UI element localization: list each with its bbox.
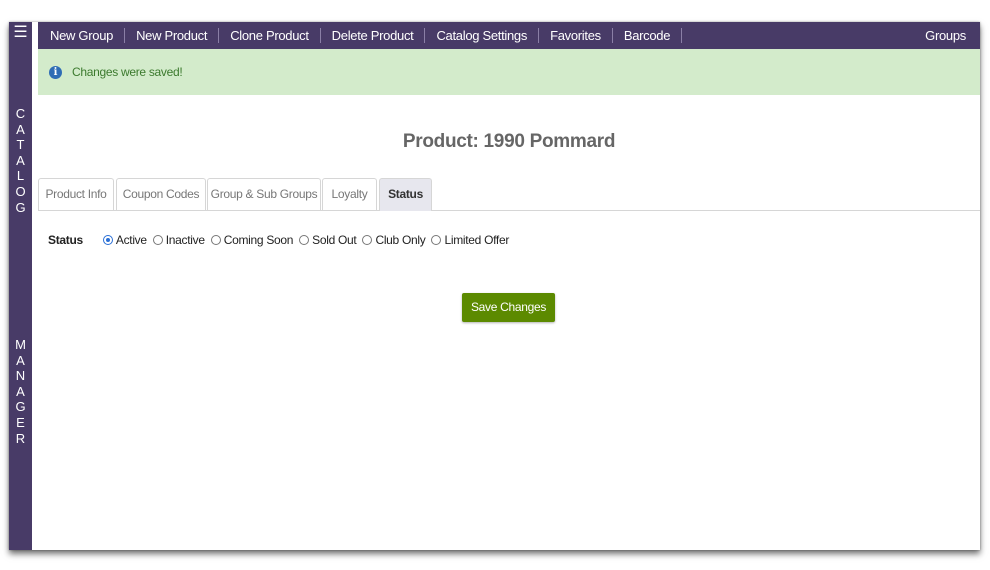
radio-inactive[interactable] [152,235,163,245]
sidebar-letter: R [15,430,26,446]
radio-coming-soon[interactable] [210,235,221,245]
radio-label: Inactive [165,233,205,247]
info-icon: i [49,65,62,79]
radio-active[interactable] [102,235,113,245]
sidebar-letter: T [16,137,25,153]
nav-delete-product[interactable]: Delete Product [321,28,426,43]
radio-label: Limited Offer [444,233,510,247]
status-option-club-only[interactable]: Club Only [362,233,426,247]
sidebar-letter: G [15,399,26,415]
tab-loyalty[interactable]: Loyalty [322,178,377,210]
status-option-inactive[interactable]: Inactive [152,233,205,247]
save-changes-button[interactable]: Save Changes [462,293,555,322]
success-alert: i Changes were saved! [38,49,980,95]
sidebar-letter: N [15,368,26,384]
radio-label: Active [115,233,147,247]
sidebar-letter: M [15,337,26,352]
sidebar-letter: C [15,106,26,121]
sidebar-letter: E [16,414,25,430]
radio-sold-out[interactable] [299,235,310,245]
nav-barcode[interactable]: Barcode [613,28,683,43]
radio-limited-offer[interactable] [431,235,442,245]
nav-new-product[interactable]: New Product [125,28,220,43]
sidebar-letter: G [15,199,26,215]
status-option-active[interactable]: Active [102,233,147,247]
nav-new-group[interactable]: New Group [38,28,126,43]
hamburger-icon[interactable]: ☰ [12,25,29,41]
sidebar-letter: L [16,168,25,184]
sidebar-letter: A [16,383,25,399]
sidebar-manager-label: M A N A G E R [9,337,32,446]
tab-product-info[interactable]: Product Info [38,178,114,210]
radio-label: Club Only [375,233,426,247]
status-radio-group: Status Active Inactive Coming Soon Sold … [48,231,515,249]
radio-label: Coming Soon [223,233,294,247]
top-nav-bar: New Group New Product Clone Product Dele… [38,22,980,49]
sidebar-letter: A [16,352,25,368]
product-tabs: Product Info Coupon Codes Group & Sub Gr… [38,178,980,211]
radio-label: Sold Out [312,233,357,247]
tab-status[interactable]: Status [379,178,432,211]
status-option-coming-soon[interactable]: Coming Soon [210,233,294,247]
sidebar-catalog-label: C A T A L O G [9,106,32,215]
sidebar-letter: A [16,121,25,137]
status-option-limited-offer[interactable]: Limited Offer [431,233,509,247]
catalog-manager-sidebar: ☰ C A T A L O G M A N A G E R [9,22,32,550]
sidebar-letter: O [15,183,26,199]
app-frame: ☰ C A T A L O G M A N A G E R New Group … [9,22,980,550]
nav-favorites[interactable]: Favorites [539,28,613,43]
tab-coupon-codes[interactable]: Coupon Codes [116,178,206,210]
tab-group-sub-groups[interactable]: Group & Sub Groups [207,178,321,210]
status-label: Status [48,233,83,247]
radio-club-only[interactable] [362,235,373,245]
nav-groups[interactable]: Groups [925,28,980,43]
alert-message: Changes were saved! [72,65,183,79]
status-option-sold-out[interactable]: Sold Out [299,233,357,247]
nav-clone-product[interactable]: Clone Product [219,28,321,43]
nav-catalog-settings[interactable]: Catalog Settings [425,28,540,43]
sidebar-letter: A [16,152,25,168]
page-title: Product: 1990 Pommard [402,131,616,152]
